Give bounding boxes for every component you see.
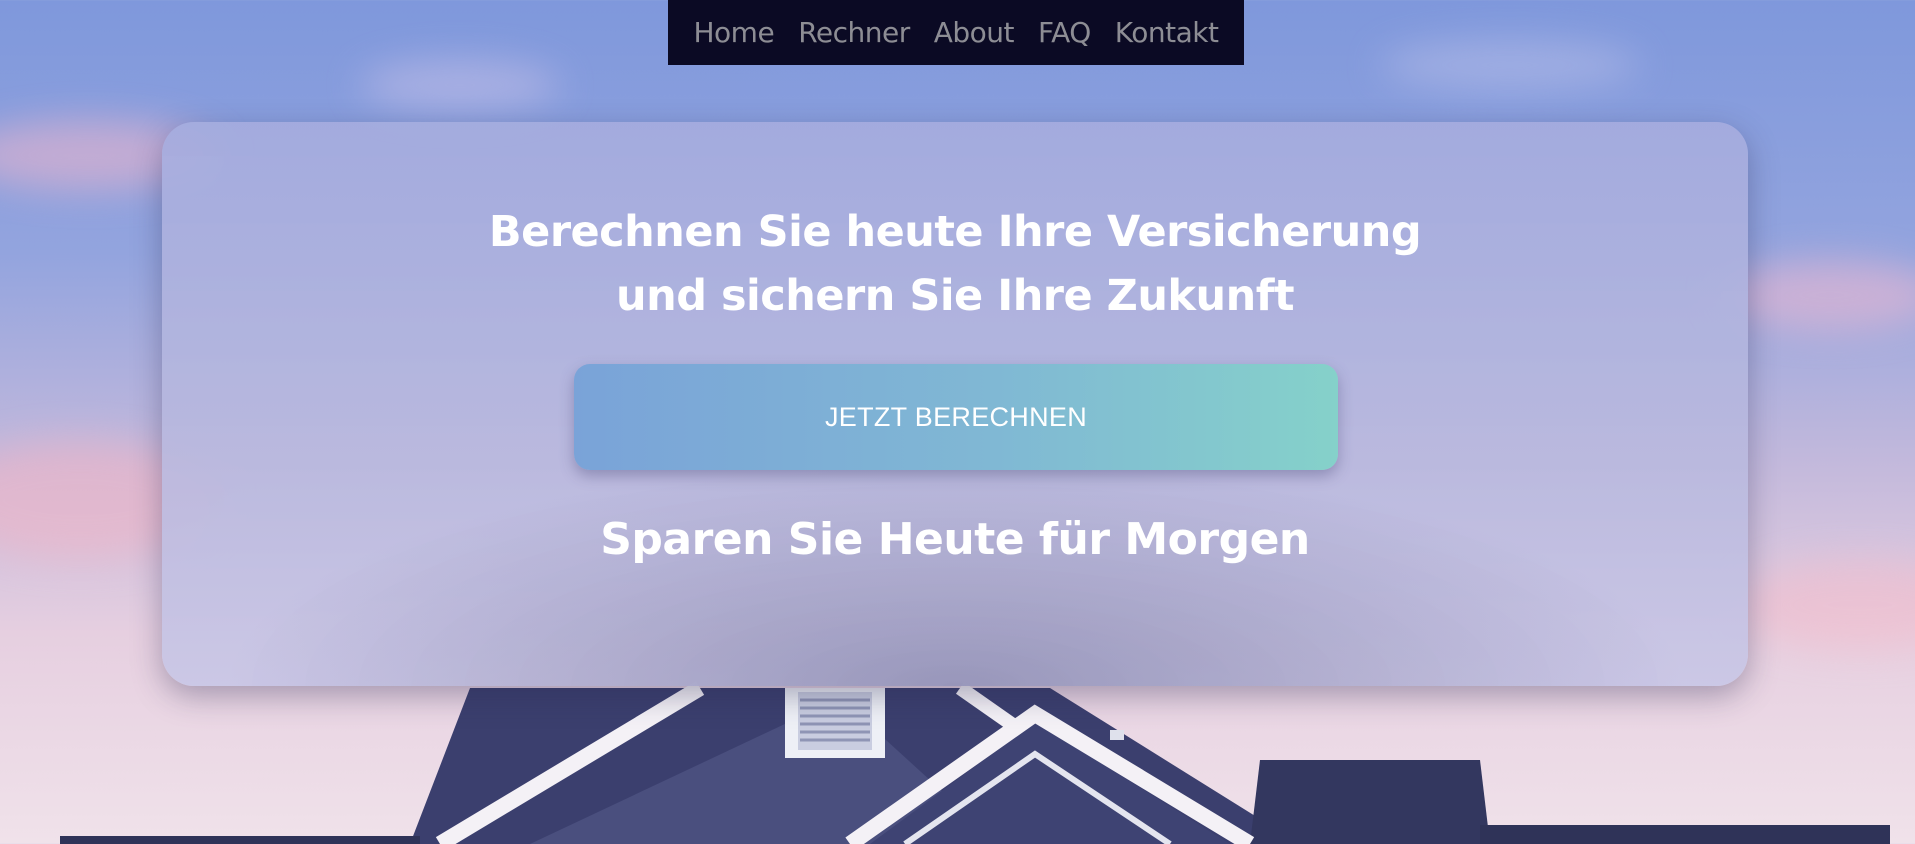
cloud [1740, 560, 1915, 650]
calculate-now-button[interactable]: JETZT BERECHNEN [574, 364, 1338, 470]
hero-headline-line-2: und sichern Sie Ihre Zukunft [615, 271, 1295, 321]
nav-item-faq[interactable]: FAQ [1038, 16, 1091, 49]
hero-subline: Sparen Sie Heute für Morgen [600, 514, 1310, 565]
hero-headline-line-1: Berechnen Sie heute Ihre Versicherung [488, 207, 1422, 257]
hero-card: Berechnen Sie heute Ihre Versicherung un… [162, 122, 1748, 686]
house-wing [1250, 760, 1490, 844]
nav-item-about[interactable]: About [934, 16, 1015, 49]
top-navigation: Home Rechner About FAQ Kontakt [668, 0, 1244, 65]
nav-item-home[interactable]: Home [694, 16, 775, 49]
house-wing-left [60, 836, 420, 844]
cloud [1720, 260, 1915, 330]
nav-item-rechner[interactable]: Rechner [798, 16, 910, 49]
cloud [1380, 40, 1640, 90]
cloud [360, 60, 560, 110]
hero-headline: Berechnen Sie heute Ihre Versicherung un… [162, 200, 1748, 328]
house-wing-low [1480, 825, 1890, 844]
nav-item-kontakt[interactable]: Kontakt [1115, 16, 1219, 49]
